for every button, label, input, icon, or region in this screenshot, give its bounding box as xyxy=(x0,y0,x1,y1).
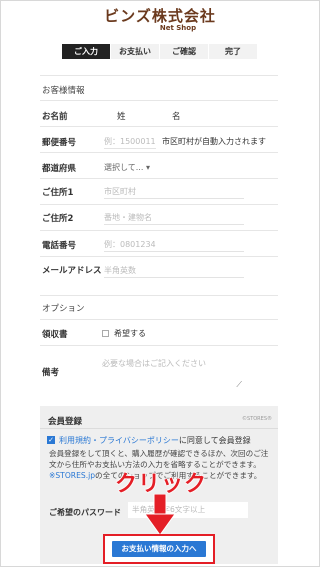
prefecture-label: 都道府県 xyxy=(42,164,77,174)
divider xyxy=(40,230,278,231)
logo-main-text: ビンズ株式会社 xyxy=(104,7,216,25)
divider xyxy=(40,428,278,429)
divider xyxy=(40,75,278,76)
email-underline xyxy=(104,277,244,278)
postal-underline xyxy=(104,148,156,149)
stores-mark: ©STORES® xyxy=(242,416,272,422)
address2-label: ご住所2 xyxy=(42,214,74,224)
logo-sub-text: Net Shop xyxy=(159,24,197,32)
step-input: ご入力 xyxy=(62,44,111,59)
postal-label: 郵便番号 xyxy=(42,138,77,148)
agree-rest: に同意して会員登録 xyxy=(178,436,251,445)
submit-highlight: お支払い情報の入力へ xyxy=(103,534,215,564)
name-label: お名前 xyxy=(42,112,68,122)
address1-input[interactable]: 市区町村 xyxy=(104,186,136,197)
first-name-field[interactable]: 名 xyxy=(172,110,181,122)
receipt-checkbox-label: 希望する xyxy=(114,329,146,338)
down-arrow-icon xyxy=(144,494,176,536)
divider xyxy=(40,204,278,205)
email-input[interactable]: 半角英数 xyxy=(104,265,136,276)
member-title: 会員登録 xyxy=(48,417,83,427)
divider xyxy=(40,178,278,179)
receipt-checkbox[interactable] xyxy=(102,330,109,337)
step-complete: 完了 xyxy=(209,44,258,59)
section-title-options: オプション xyxy=(42,304,85,314)
notes-label: 備考 xyxy=(42,368,60,378)
password-label: ご希望のパスワード xyxy=(49,508,121,517)
step-payment: お支払い xyxy=(111,44,160,59)
divider xyxy=(40,345,278,346)
address1-underline xyxy=(104,198,244,199)
agree-text: 利用規約・プライバシーポリシーに同意して会員登録 xyxy=(59,435,251,446)
last-name-field[interactable]: 姓 xyxy=(117,110,126,122)
checkout-steps: ご入力 お支払い ご確認 完了 xyxy=(62,44,258,59)
phone-label: 電話番号 xyxy=(42,241,77,251)
divider xyxy=(40,295,278,296)
receipt-label: 領収書 xyxy=(42,330,68,340)
divider xyxy=(40,152,278,153)
email-label: メールアドレス xyxy=(42,266,102,276)
address2-input[interactable]: 番地・建物名 xyxy=(104,212,152,223)
divider xyxy=(40,126,278,127)
step-confirm: ご確認 xyxy=(160,44,209,59)
divider xyxy=(40,100,278,101)
address1-label: ご住所1 xyxy=(42,188,74,198)
notes-textarea[interactable]: 必要な場合はご記入ください ⟋ xyxy=(90,350,242,390)
shop-logo[interactable]: ビンズ株式会社 Net Shop xyxy=(0,8,320,33)
postal-hint: 市区町村が自動入力されます xyxy=(162,137,266,146)
prefecture-select[interactable]: 選択して... ▾ xyxy=(104,162,150,173)
resize-grip-icon[interactable]: ⟋ xyxy=(236,380,242,390)
agree-checkbox[interactable]: ✓ xyxy=(47,436,55,444)
divider xyxy=(40,319,278,320)
notes-placeholder: 必要な場合はご記入ください xyxy=(102,359,206,368)
terms-privacy-link[interactable]: 利用規約・プライバシーポリシー xyxy=(59,436,179,445)
chevron-down-icon: ▾ xyxy=(145,163,150,172)
stores-link[interactable]: ※STORES.jp xyxy=(49,471,95,480)
phone-underline xyxy=(104,251,244,252)
prefecture-value: 選択して... xyxy=(104,163,144,172)
postal-input[interactable]: 例：1500011 xyxy=(104,136,156,147)
divider xyxy=(40,256,278,257)
section-title-customer: お客様情報 xyxy=(42,86,85,96)
address2-underline xyxy=(104,224,244,225)
phone-input[interactable]: 例：0801234 xyxy=(104,239,156,250)
proceed-to-payment-button[interactable]: お支払い情報の入力へ xyxy=(112,541,206,557)
